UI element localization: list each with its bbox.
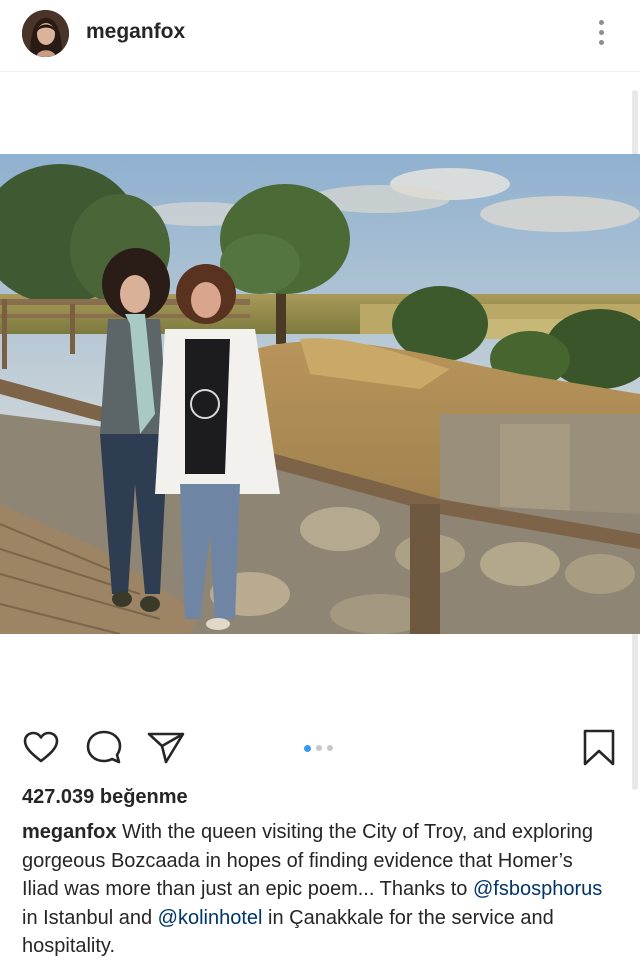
more-vertical-icon[interactable] [592,18,612,48]
post-image [0,154,640,634]
avatar-image [22,10,69,57]
post-actions [0,728,640,772]
carousel-dot [327,745,333,751]
carousel-indicator [304,744,338,753]
send-icon[interactable] [146,728,186,768]
mention-link[interactable]: @kolinhotel [158,907,263,929]
avatar[interactable] [22,10,69,57]
comment-icon[interactable] [84,728,124,768]
heart-icon[interactable] [22,728,62,768]
mention-link[interactable]: @fsbosphorus [473,878,602,900]
post-caption: meganfox With the queen visiting the Cit… [22,818,612,961]
carousel-dot [316,745,322,751]
header-username[interactable]: meganfox [86,20,185,44]
caption-text: in Istanbul and [22,906,158,929]
like-count[interactable]: 427.039 beğenme [22,786,188,809]
carousel-dot-active [304,744,311,752]
post-photo[interactable] [0,154,640,634]
bookmark-icon[interactable] [582,728,622,768]
post-header: meganfox [0,0,640,72]
caption-username[interactable]: meganfox [22,821,116,843]
